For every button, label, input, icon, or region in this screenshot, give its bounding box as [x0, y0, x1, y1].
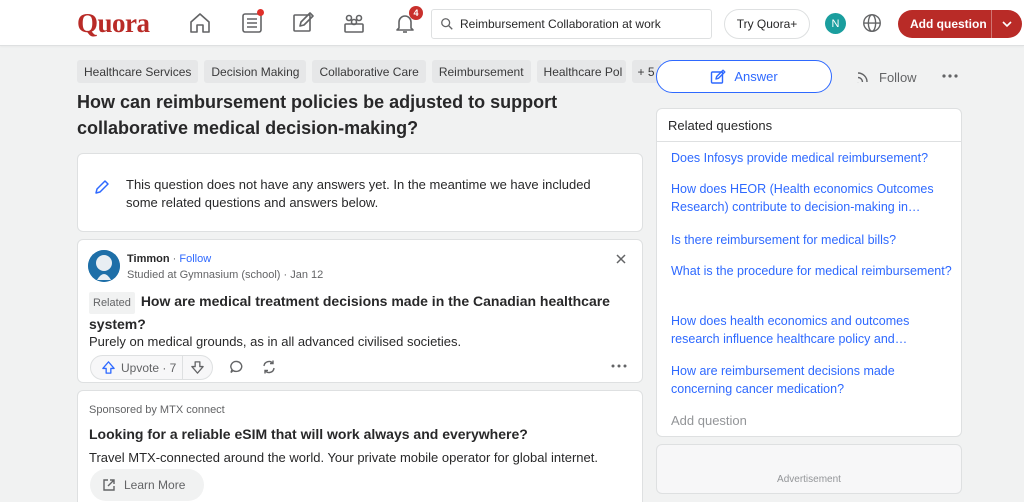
- more-options-icon[interactable]: [610, 358, 628, 374]
- downvote-arrow-icon: [191, 361, 204, 374]
- related-question-link[interactable]: How does health economics and outcomes r…: [671, 312, 953, 348]
- home-icon[interactable]: [186, 9, 214, 37]
- divider: [991, 10, 992, 38]
- related-question-link[interactable]: How does HEOR (Health economics Outcomes…: [671, 180, 953, 216]
- answer-pencil-icon[interactable]: [289, 9, 317, 37]
- search-icon: [441, 18, 453, 30]
- ad-text: Travel MTX-connected around the world. Y…: [89, 450, 598, 465]
- no-answers-notice: This question does not have any answers …: [77, 153, 643, 232]
- related-answer-card: Timmon · Follow Studied at Gymnasium (sc…: [77, 239, 643, 383]
- author-line: Timmon · Follow: [127, 253, 211, 265]
- related-question-text[interactable]: How are medical treatment decisions made…: [89, 293, 610, 332]
- learn-more-label: Learn More: [124, 478, 186, 492]
- author-avatar[interactable]: [88, 250, 120, 282]
- topic-tag[interactable]: Collaborative Care: [312, 60, 426, 83]
- add-question-button[interactable]: Add question: [898, 10, 1022, 38]
- quora-logo[interactable]: Quora: [77, 8, 150, 39]
- author-name[interactable]: Timmon: [127, 253, 170, 265]
- topic-tag[interactable]: Decision Making: [204, 60, 307, 83]
- external-link-icon: [103, 479, 115, 491]
- follow-author-link[interactable]: Follow: [179, 253, 211, 265]
- comment-icon[interactable]: [229, 359, 245, 375]
- related-label: Related: [89, 292, 135, 314]
- user-avatar[interactable]: N: [825, 13, 846, 34]
- follow-rss-icon: [857, 72, 868, 83]
- add-question-label: Add question: [910, 17, 987, 31]
- sponsored-ad-card: Sponsored by MTX connect Looking for a r…: [77, 390, 643, 502]
- close-icon[interactable]: [614, 252, 628, 266]
- pencil-icon: [95, 180, 109, 194]
- related-question-link[interactable]: Is there reimbursement for medical bills…: [671, 231, 953, 249]
- topic-tag[interactable]: Healthcare Services: [77, 60, 199, 83]
- vote-controls: Upvote · 7: [90, 355, 213, 380]
- more-options-icon[interactable]: [940, 68, 960, 84]
- unread-dot: [257, 9, 264, 16]
- related-question-link[interactable]: Does Infosys provide medical reimburseme…: [671, 149, 953, 167]
- advertisement-label: Advertisement: [777, 474, 841, 485]
- learn-more-button[interactable]: Learn More: [90, 469, 204, 501]
- share-repost-icon[interactable]: [261, 359, 277, 375]
- no-answers-text: This question does not have any answers …: [126, 177, 591, 210]
- upvote-button[interactable]: Upvote · 7: [91, 356, 183, 379]
- advertisement-slot: [656, 444, 962, 494]
- related-questions-heading: Related questions: [657, 109, 961, 142]
- search-input[interactable]: [460, 17, 700, 31]
- chevron-down-icon[interactable]: [1001, 18, 1013, 30]
- answer-text[interactable]: Purely on medical grounds, as in all adv…: [89, 334, 461, 349]
- related-question-link[interactable]: What is the procedure for medical reimbu…: [671, 262, 953, 280]
- upvote-label: Upvote · 7: [121, 360, 177, 375]
- related-questions-panel: Related questions Does Infosys provide m…: [656, 108, 962, 437]
- answer-pencil-icon: [711, 69, 726, 84]
- topic-tag[interactable]: Reimbursement: [431, 60, 531, 83]
- follow-question-button[interactable]: Follow: [855, 66, 917, 88]
- ad-title[interactable]: Looking for a reliable eSIM that will wo…: [89, 426, 528, 442]
- notifications-count-badge: 4: [409, 6, 423, 20]
- try-quora-plus-button[interactable]: Try Quora+: [724, 9, 810, 39]
- notifications-bell-icon[interactable]: 4: [391, 6, 423, 37]
- search-bar[interactable]: [431, 9, 712, 39]
- follow-label: Follow: [879, 69, 917, 85]
- question-title: How can reimbursement policies be adjust…: [77, 92, 558, 138]
- following-feed-icon[interactable]: [238, 9, 266, 37]
- top-nav-bar: Quora 4 Try Quora+ N Add question: [0, 0, 1024, 46]
- answer-button[interactable]: Answer: [656, 60, 832, 93]
- sponsored-by-label[interactable]: Sponsored by MTX connect: [89, 404, 225, 416]
- downvote-button[interactable]: [183, 360, 212, 375]
- topic-tag[interactable]: Healthcare Pol: [536, 60, 626, 83]
- spaces-icon[interactable]: [340, 9, 368, 37]
- add-related-question-link[interactable]: Add question: [671, 413, 747, 428]
- answer-label: Answer: [734, 69, 778, 84]
- upvote-arrow-icon: [102, 361, 115, 374]
- author-credential: Studied at Gymnasium (school) · Jan 12: [127, 269, 324, 281]
- related-question-heading[interactable]: Related How are medical treatment decisi…: [89, 291, 629, 334]
- related-question-link[interactable]: How are reimbursement decisions made con…: [671, 362, 953, 398]
- separator: ·: [172, 253, 177, 265]
- topic-tags: Healthcare Services Decision Making Coll…: [77, 60, 661, 83]
- language-globe-icon[interactable]: [861, 12, 883, 34]
